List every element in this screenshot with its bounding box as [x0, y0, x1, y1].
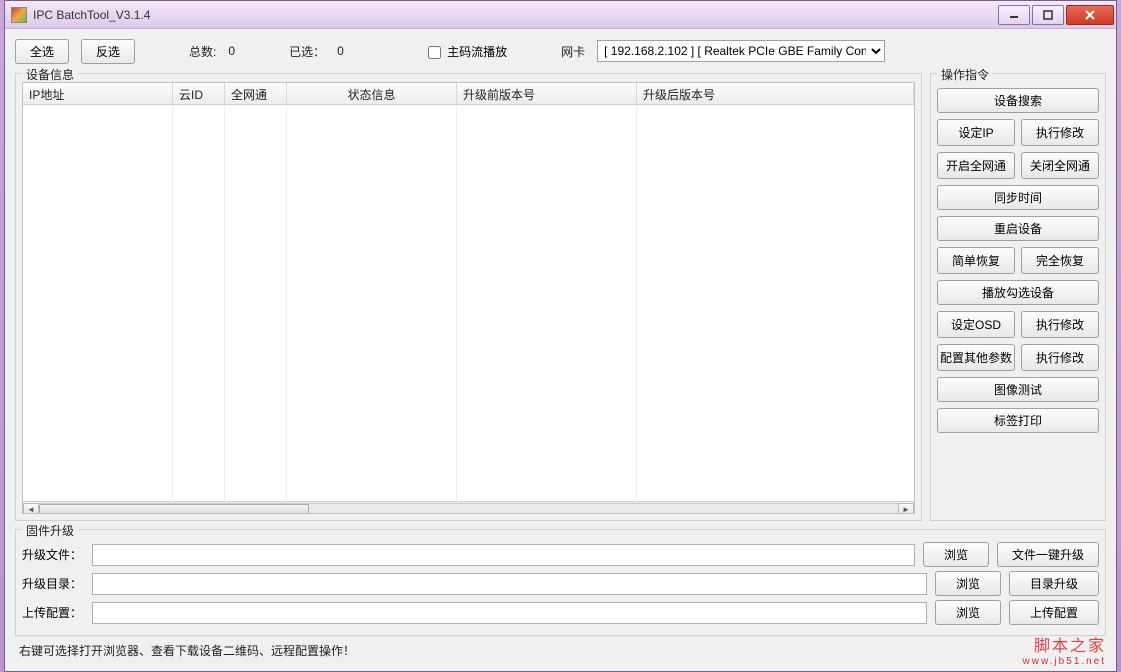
- config-other-button[interactable]: 配置其他参数: [937, 344, 1015, 371]
- device-info-title: 设备信息: [22, 66, 78, 83]
- set-osd-button[interactable]: 设定OSD: [937, 311, 1015, 338]
- watermark-zh: 脚本之家: [1023, 638, 1106, 656]
- col-ip[interactable]: IP地址: [23, 83, 173, 104]
- footer-hint: 右键可选择打开浏览器、查看下载设备二维码、远程配置操作！: [15, 642, 1106, 659]
- mainstream-text: 主码流播放: [447, 45, 507, 59]
- scroll-thumb[interactable]: [39, 504, 309, 515]
- sync-time-button[interactable]: 同步时间: [937, 185, 1099, 210]
- mainstream-checkbox-label[interactable]: 主码流播放: [428, 43, 507, 60]
- selected-label: 已选：: [289, 43, 325, 60]
- device-table[interactable]: IP地址 云ID 全网通 状态信息 升级前版本号 升级后版本号: [22, 82, 915, 514]
- maximize-button[interactable]: [1032, 5, 1064, 25]
- scroll-left-arrow[interactable]: ◄: [23, 503, 39, 515]
- upgrade-file-label: 升级文件：: [22, 546, 84, 563]
- device-info-group: 设备信息 IP地址 云ID 全网通 状态信息 升级前版本号 升级后版本号: [15, 73, 922, 521]
- enable-allnet-button[interactable]: 开启全网通: [937, 152, 1015, 179]
- action-group: 操作指令 设备搜索 设定IP 执行修改 开启全网通 关闭全网通 同步时间 重启设…: [930, 73, 1106, 521]
- reboot-button[interactable]: 重启设备: [937, 216, 1099, 241]
- action-group-title: 操作指令: [937, 66, 993, 83]
- col-cloud-id[interactable]: 云ID: [173, 83, 225, 104]
- browse-file-button[interactable]: 浏览: [923, 542, 989, 567]
- select-all-button[interactable]: 全选: [15, 39, 69, 64]
- app-icon: [11, 7, 27, 23]
- browse-dir-button[interactable]: 浏览: [935, 571, 1001, 596]
- full-restore-button[interactable]: 完全恢复: [1021, 247, 1099, 274]
- set-ip-button[interactable]: 设定IP: [937, 119, 1015, 146]
- watermark: 脚本之家 www.jb51.net: [1023, 638, 1106, 667]
- firmware-group: 固件升级 升级文件： 浏览 文件一键升级 升级目录： 浏览 目录升级 上传配置：…: [15, 529, 1106, 636]
- upload-config-label: 上传配置：: [22, 604, 84, 621]
- exec-modify-ip-button[interactable]: 执行修改: [1021, 119, 1099, 146]
- selected-value: 0: [337, 44, 344, 58]
- minimize-button[interactable]: [998, 5, 1030, 25]
- play-selected-button[interactable]: 播放勾选设备: [937, 280, 1099, 305]
- dir-upgrade-button[interactable]: 目录升级: [1009, 571, 1099, 596]
- invert-select-button[interactable]: 反选: [81, 39, 135, 64]
- upgrade-dir-label: 升级目录：: [22, 575, 84, 592]
- col-status[interactable]: 状态信息: [287, 83, 457, 104]
- browse-config-button[interactable]: 浏览: [935, 600, 1001, 625]
- watermark-en: www.jb51.net: [1023, 656, 1106, 667]
- close-button[interactable]: [1066, 5, 1114, 25]
- exec-modify-osd-button[interactable]: 执行修改: [1021, 311, 1099, 338]
- file-upgrade-button[interactable]: 文件一键升级: [997, 542, 1099, 567]
- scroll-right-arrow[interactable]: ►: [898, 503, 914, 515]
- nic-select[interactable]: [ 192.168.2.102 ] [ Realtek PCIe GBE Fam…: [597, 40, 885, 62]
- table-body[interactable]: [23, 105, 914, 501]
- mainstream-checkbox[interactable]: [428, 46, 441, 59]
- image-test-button[interactable]: 图像测试: [937, 377, 1099, 402]
- horizontal-scrollbar[interactable]: ◄ ►: [23, 501, 914, 514]
- exec-modify-other-button[interactable]: 执行修改: [1021, 344, 1099, 371]
- window-title: IPC BatchTool_V3.1.4: [33, 8, 998, 22]
- titlebar: IPC BatchTool_V3.1.4: [5, 1, 1116, 29]
- upgrade-dir-input[interactable]: [92, 573, 927, 595]
- col-all-net[interactable]: 全网通: [225, 83, 287, 104]
- disable-allnet-button[interactable]: 关闭全网通: [1021, 152, 1099, 179]
- total-label: 总数:: [189, 43, 216, 60]
- col-post-ver[interactable]: 升级后版本号: [637, 83, 914, 104]
- firmware-group-title: 固件升级: [22, 522, 78, 539]
- search-devices-button[interactable]: 设备搜索: [937, 88, 1099, 113]
- upgrade-file-input[interactable]: [92, 544, 915, 566]
- simple-restore-button[interactable]: 简单恢复: [937, 247, 1015, 274]
- nic-label: 网卡: [561, 43, 585, 60]
- label-print-button[interactable]: 标签打印: [937, 408, 1099, 433]
- col-pre-ver[interactable]: 升级前版本号: [457, 83, 637, 104]
- upload-config-button[interactable]: 上传配置: [1009, 600, 1099, 625]
- total-value: 0: [228, 44, 235, 58]
- upload-config-input[interactable]: [92, 602, 927, 624]
- app-window: IPC BatchTool_V3.1.4 全选 反选 总数: 0 已选： 0: [4, 0, 1117, 672]
